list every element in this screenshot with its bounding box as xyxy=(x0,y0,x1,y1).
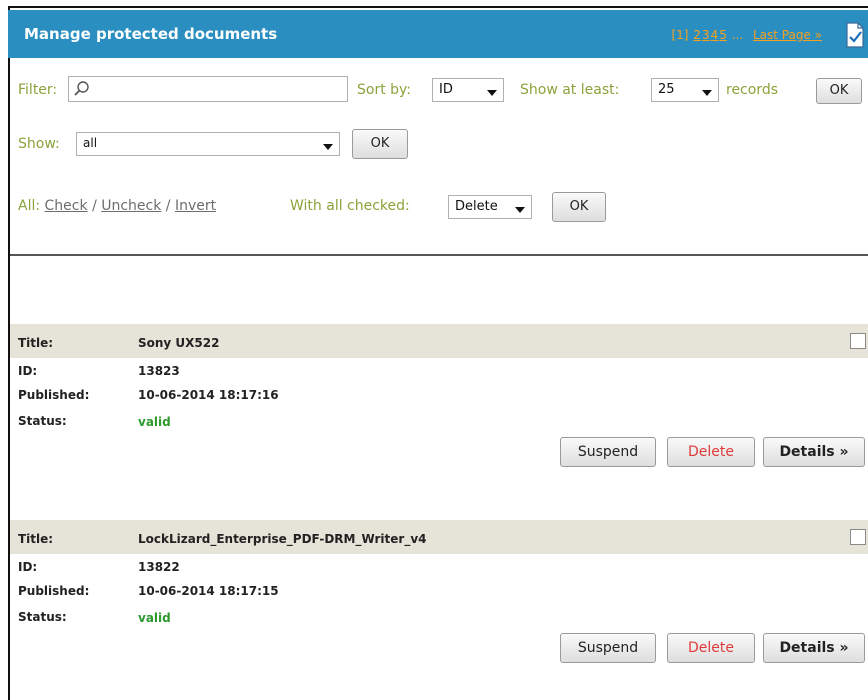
record-published: 10-06-2014 18:17:16 xyxy=(138,388,279,402)
record-published: 10-06-2014 18:17:15 xyxy=(138,584,279,598)
show-least-label: Show at least: xyxy=(520,82,620,98)
show-ok-button[interactable]: OK xyxy=(352,129,408,159)
separator: / xyxy=(165,198,171,214)
record-checkbox[interactable] xyxy=(850,529,866,545)
show-value: all xyxy=(83,136,98,150)
sort-select[interactable]: ID xyxy=(432,78,504,102)
invert-link[interactable]: Invert xyxy=(175,198,216,214)
status-badge: valid xyxy=(138,611,171,625)
status-label: Status: xyxy=(18,610,67,624)
chevron-down-icon xyxy=(323,144,333,150)
filter-label: Filter: xyxy=(18,82,58,98)
check-all-link[interactable]: Check xyxy=(45,198,88,214)
bulk-ok-button[interactable]: OK xyxy=(552,192,606,222)
details-button[interactable]: Details » xyxy=(763,437,865,467)
sort-label: Sort by: xyxy=(357,82,412,98)
chevron-down-icon xyxy=(515,207,525,213)
record-id: 13823 xyxy=(138,364,180,378)
id-label: ID: xyxy=(18,364,38,378)
all-label: All: xyxy=(18,198,41,214)
filter-ok-button[interactable]: OK xyxy=(816,78,862,104)
bulk-action-select[interactable]: Delete xyxy=(448,195,532,219)
title-label: Title: xyxy=(18,532,54,546)
separator: / xyxy=(92,198,97,214)
record-title: LockLizard_Enterprise_PDF-DRM_Writer_v4 xyxy=(138,532,427,546)
suspend-button[interactable]: Suspend xyxy=(560,437,656,467)
pager-page-3[interactable]: 3 xyxy=(702,28,710,42)
title-label: Title: xyxy=(18,336,54,350)
pager-page-5[interactable]: 5 xyxy=(719,28,727,42)
pager-current: [1] xyxy=(671,28,689,42)
filter-input[interactable] xyxy=(68,76,348,102)
record-checkbox[interactable] xyxy=(850,333,866,349)
pager-ellipsis: ... xyxy=(731,28,744,42)
chevron-down-icon xyxy=(702,90,712,96)
record-id: 13822 xyxy=(138,560,180,574)
divider xyxy=(10,254,868,256)
delete-button[interactable]: Delete xyxy=(667,437,755,467)
show-select[interactable]: all xyxy=(76,132,340,156)
uncheck-all-link[interactable]: Uncheck xyxy=(101,198,161,214)
pagination: [1] 2345 ... Last Page » xyxy=(670,28,822,42)
id-label: ID: xyxy=(18,560,38,574)
published-label: Published: xyxy=(18,584,90,598)
records-label: records xyxy=(726,82,779,98)
page-title: Manage protected documents xyxy=(24,25,278,43)
with-checked-label: With all checked: xyxy=(290,198,410,214)
bulk-all-row: All: Check / Uncheck / Invert xyxy=(18,198,216,214)
delete-button[interactable]: Delete xyxy=(667,633,755,663)
records-count-value: 25 xyxy=(658,82,675,97)
details-button[interactable]: Details » xyxy=(763,633,865,663)
published-label: Published: xyxy=(18,388,90,402)
status-label: Status: xyxy=(18,414,67,428)
chevron-down-icon xyxy=(487,90,497,96)
pager-page-2[interactable]: 2 xyxy=(693,28,701,42)
header-bar: Manage protected documents [1] 2345 ... … xyxy=(8,10,868,58)
suspend-button[interactable]: Suspend xyxy=(560,633,656,663)
record-title: Sony UX522 xyxy=(138,336,220,350)
bulk-action-value: Delete xyxy=(455,199,498,214)
show-label: Show: xyxy=(18,136,60,152)
records-count-select[interactable]: 25 xyxy=(651,78,719,102)
document-check-icon[interactable] xyxy=(844,22,866,48)
status-badge: valid xyxy=(138,415,171,429)
search-icon xyxy=(74,81,89,96)
pager-page-4[interactable]: 4 xyxy=(711,28,719,42)
pager-last-page[interactable]: Last Page » xyxy=(753,28,822,42)
sort-value: ID xyxy=(439,82,453,97)
